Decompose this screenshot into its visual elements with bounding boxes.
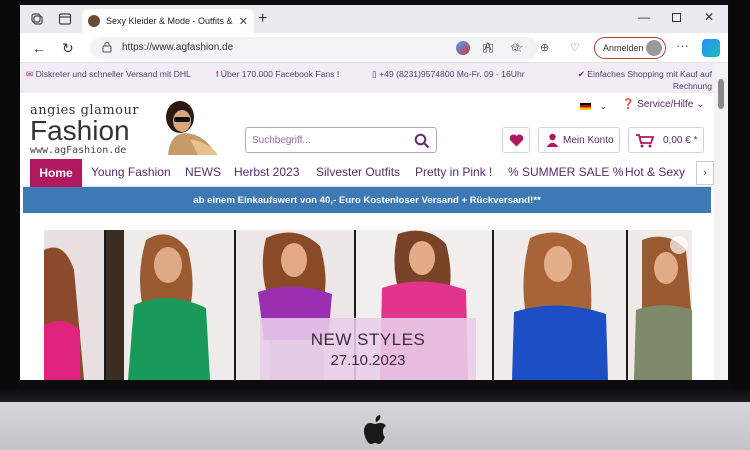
model-photo-blue bbox=[494, 230, 626, 380]
check-icon: ✔ bbox=[577, 69, 585, 79]
tab-close-icon[interactable]: ✕ bbox=[239, 15, 248, 28]
banner-date: 27.10.2023 bbox=[330, 352, 406, 369]
split-screen-icon[interactable]: ▯▯ bbox=[482, 41, 494, 54]
search-icon[interactable] bbox=[414, 133, 430, 149]
visual-search-icon[interactable] bbox=[670, 236, 688, 254]
browser-window: Sexy Kleider & Mode - Outfits & ✕ + — ✕ … bbox=[20, 5, 728, 380]
info-item-invoice: ✔ Einfaches Shopping mit Kauf auf Rechnu… bbox=[577, 69, 712, 91]
monitor-bezel-left bbox=[0, 0, 20, 390]
hero-banner[interactable]: NEW STYLES 27.10.2023 bbox=[44, 230, 692, 380]
nav-item-young-fashion[interactable]: Young Fashion bbox=[91, 165, 171, 179]
logo-woman-image bbox=[166, 101, 218, 155]
shipping-promo-banner: ab einem Einkaufswert von 40,- Euro Kost… bbox=[23, 187, 711, 213]
info-item-phone: ▯ +49 (8231)9574800 Mo-Fr. 09 - 16Uhr bbox=[372, 69, 525, 79]
more-menu-icon[interactable]: ··· bbox=[676, 38, 689, 53]
service-label: Service/Hilfe bbox=[637, 99, 694, 110]
url-text: https://www.agfashion.de bbox=[122, 42, 234, 53]
nav-item-home[interactable]: Home bbox=[30, 159, 82, 187]
back-arrow-icon[interactable]: ← bbox=[32, 40, 46, 56]
logo-main-text: Fashion bbox=[30, 115, 130, 146]
banner-caption: NEW STYLES 27.10.2023 bbox=[260, 318, 476, 380]
user-icon bbox=[546, 133, 559, 147]
sign-in-button[interactable]: Anmelden bbox=[594, 37, 666, 59]
nav-item-pretty-in-pink[interactable]: Pretty in Pink ! bbox=[415, 165, 492, 179]
facebook-icon: f bbox=[216, 69, 219, 79]
nav-item-summer-sale[interactable]: % SUMMER SALE % bbox=[508, 165, 623, 179]
wishlist-button[interactable] bbox=[502, 127, 530, 153]
logo-url-text: www.agFashion.de bbox=[30, 145, 127, 156]
lock-icon[interactable] bbox=[102, 41, 112, 53]
collections-icon[interactable]: ⊕ bbox=[540, 41, 549, 54]
banner-title: NEW STYLES bbox=[310, 330, 426, 349]
envelope-icon: ✉ bbox=[26, 69, 34, 79]
service-help-menu[interactable]: ❓ Service/Hilfe ⌄ bbox=[622, 99, 705, 110]
browser-essentials-icon[interactable]: ♡ bbox=[570, 41, 580, 54]
monitor-bezel-right bbox=[730, 0, 750, 390]
chevron-down-icon: ⌄ bbox=[599, 101, 608, 111]
account-label: Mein Konto bbox=[563, 135, 614, 146]
maximize-icon[interactable] bbox=[672, 13, 681, 22]
nav-item-hot-sexy[interactable]: Hot & Sexy bbox=[625, 165, 685, 179]
workspaces-icon[interactable] bbox=[30, 12, 44, 26]
tab-title: Sexy Kleider & Mode - Outfits & bbox=[106, 16, 233, 26]
model-photo-green bbox=[106, 230, 234, 380]
tab-favicon-icon bbox=[88, 15, 100, 27]
nav-item-herbst-2023[interactable]: Herbst 2023 bbox=[234, 165, 299, 179]
chevron-down-icon: ⌄ bbox=[696, 99, 705, 110]
model-photo-pink bbox=[44, 230, 104, 380]
close-window-icon[interactable]: ✕ bbox=[704, 10, 714, 24]
scrollbar-thumb[interactable] bbox=[718, 79, 724, 109]
refresh-icon[interactable]: ↻ bbox=[62, 40, 74, 57]
info-item-shipping: ✉ Diskreter und schneller Versand mit DH… bbox=[26, 69, 191, 79]
info-bar: ✉ Diskreter und schneller Versand mit DH… bbox=[20, 63, 714, 93]
cart-total: 0,00 € * bbox=[663, 135, 698, 146]
heart-icon bbox=[509, 134, 524, 147]
nav-next-arrow-icon[interactable]: › bbox=[696, 161, 714, 185]
address-toolbar: ← ↻ https://www.agfashion.de A ☆ ▯▯ ✩ ⊕ … bbox=[20, 33, 728, 63]
sign-in-label: Anmelden bbox=[603, 43, 644, 53]
vertical-tabs-icon[interactable] bbox=[58, 12, 72, 26]
cart-button[interactable]: 0,00 € * bbox=[628, 127, 704, 153]
apple-logo-icon bbox=[364, 415, 386, 444]
german-flag-icon bbox=[580, 103, 591, 111]
shopping-extension-icon[interactable] bbox=[456, 41, 470, 55]
nav-item-silvester-outfits[interactable]: Silvester Outfits bbox=[316, 165, 400, 179]
search-placeholder: Suchbegriff... bbox=[252, 135, 311, 146]
profile-avatar-icon bbox=[646, 40, 662, 56]
page-scrollbar[interactable] bbox=[714, 63, 728, 380]
web-page: ✉ Diskreter und schneller Versand mit DH… bbox=[20, 63, 714, 380]
address-bar[interactable]: https://www.agfashion.de A ☆ bbox=[90, 37, 538, 59]
language-selector[interactable]: ⌄ bbox=[580, 101, 607, 112]
new-tab-plus-icon[interactable]: + bbox=[258, 10, 267, 28]
favorites-icon[interactable]: ✩ bbox=[510, 40, 520, 54]
copilot-icon[interactable] bbox=[702, 39, 720, 57]
site-logo[interactable]: angies glamour Fashion www.agFashion.de bbox=[30, 101, 218, 156]
main-navigation: Home Young Fashion NEWS Herbst 2023 Silv… bbox=[20, 159, 714, 187]
tab-bar: Sexy Kleider & Mode - Outfits & ✕ + — ✕ bbox=[20, 5, 728, 33]
account-button[interactable]: Mein Konto bbox=[538, 127, 620, 153]
question-icon: ❓ bbox=[622, 99, 635, 110]
nav-item-news[interactable]: NEWS bbox=[185, 165, 221, 179]
tab-agfashion[interactable]: Sexy Kleider & Mode - Outfits & ✕ bbox=[82, 9, 254, 33]
search-input[interactable]: Suchbegriff... bbox=[245, 127, 437, 153]
phone-icon: ▯ bbox=[372, 69, 377, 79]
minimize-icon[interactable]: — bbox=[638, 10, 650, 24]
cart-icon bbox=[636, 134, 654, 148]
info-item-facebook[interactable]: f Über 170.000 Facebook Fans ! bbox=[216, 68, 376, 80]
monitor-bottom-bezel bbox=[0, 388, 750, 402]
